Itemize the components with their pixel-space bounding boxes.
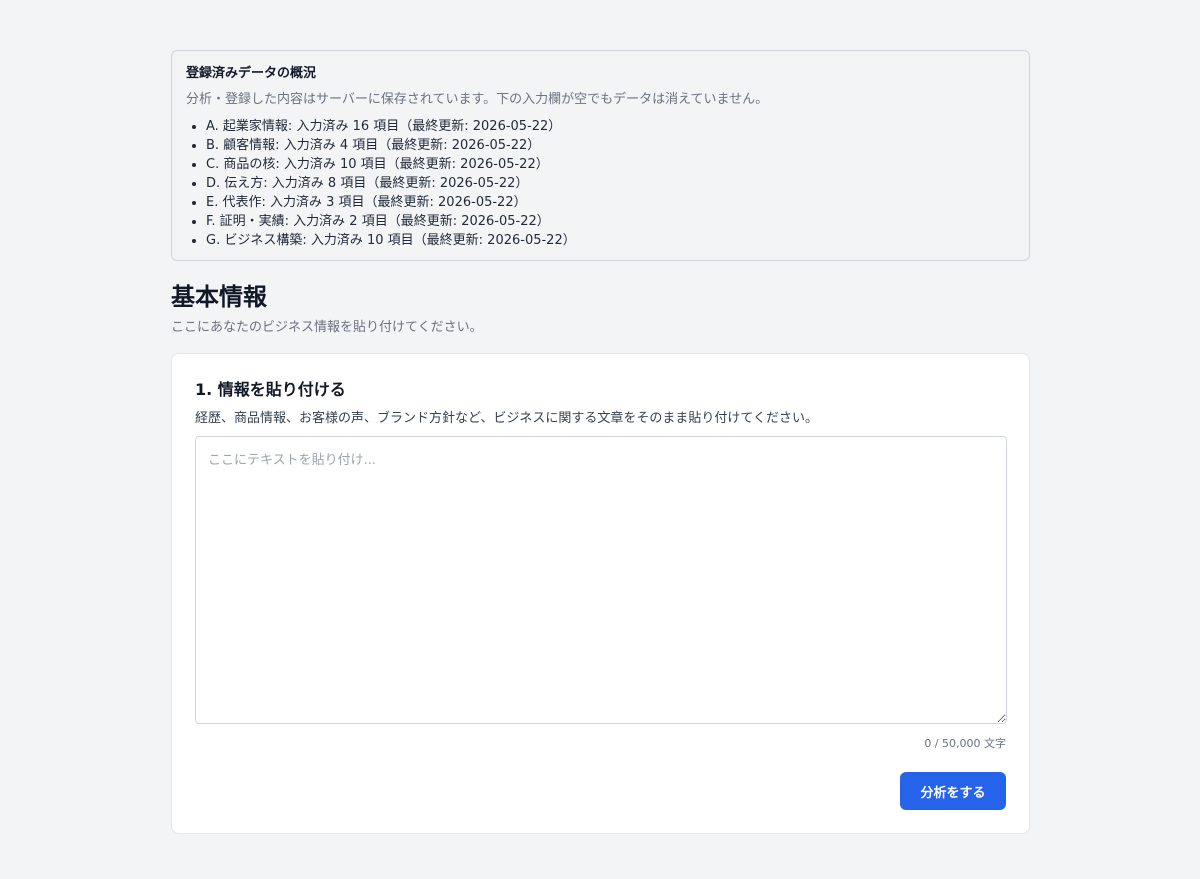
analyze-button[interactable]: 分析をする: [900, 772, 1006, 810]
card-description: 経歴、商品情報、お客様の声、ブランド方針など、ビジネスに関する文章をそのまま貼り…: [195, 411, 818, 426]
summary-item: E. 代表作: 入力済み 3 項目（最終更新: 2026-05-22）: [206, 193, 1015, 212]
summary-item: C. 商品の核: 入力済み 10 項目（最終更新: 2026-05-22）: [206, 155, 1015, 174]
page-subtitle: ここにあなたのビジネス情報を貼り付けてください。: [171, 320, 483, 335]
paste-info-card: 1. 情報を貼り付ける 経歴、商品情報、お客様の声、ブランド方針など、ビジネスに…: [171, 353, 1030, 834]
card-title: 1. 情報を貼り付ける: [195, 380, 346, 399]
summary-item: A. 起業家情報: 入力済み 16 項目（最終更新: 2026-05-22）: [206, 117, 1015, 136]
summary-list: A. 起業家情報: 入力済み 16 項目（最終更新: 2026-05-22） B…: [186, 117, 1015, 250]
page-title: 基本情報: [171, 283, 267, 311]
summary-item: G. ビジネス構築: 入力済み 10 項目（最終更新: 2026-05-22）: [206, 231, 1015, 250]
registered-data-summary: 登録済みデータの概況 分析・登録した内容はサーバーに保存されています。下の入力欄…: [171, 50, 1030, 261]
summary-item: F. 証明・実績: 入力済み 2 項目（最終更新: 2026-05-22）: [206, 212, 1015, 231]
summary-description: 分析・登録した内容はサーバーに保存されています。下の入力欄が空でもデータは消えて…: [186, 92, 769, 107]
business-text-input[interactable]: [195, 436, 1007, 724]
main-container: 登録済みデータの概況 分析・登録した内容はサーバーに保存されています。下の入力欄…: [171, 50, 1030, 834]
summary-item: D. 伝え方: 入力済み 8 項目（最終更新: 2026-05-22）: [206, 174, 1015, 193]
summary-item: B. 顧客情報: 入力済み 4 項目（最終更新: 2026-05-22）: [206, 136, 1015, 155]
summary-title: 登録済みデータの概況: [186, 66, 317, 81]
character-counter: 0 / 50,000 文字: [924, 737, 1006, 750]
